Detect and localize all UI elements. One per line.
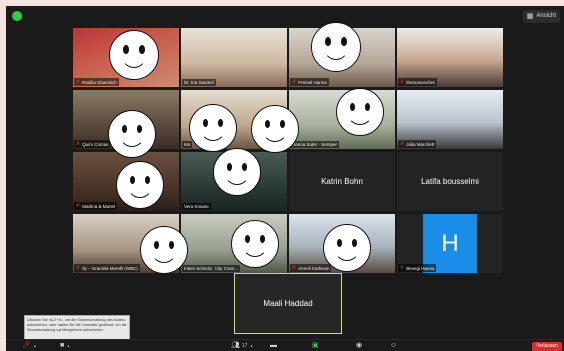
chevron-up-icon[interactable]: ▲ bbox=[249, 342, 253, 350]
record-button[interactable]: ◉ bbox=[356, 342, 362, 350]
participant-center-name: Katrin Bohn bbox=[321, 177, 363, 186]
participant-name-tag: Vera Krause bbox=[182, 203, 211, 210]
view-label: Ansicht bbox=[536, 13, 556, 19]
video-tile[interactable]: H ✗ Bevegi Hanna bbox=[397, 214, 503, 273]
grid-icon: ▦ bbox=[526, 13, 534, 20]
participant-name-tag: ✗ thomasvachini bbox=[398, 78, 437, 86]
muted-mic-icon: ✗ bbox=[76, 141, 81, 147]
reactions-button[interactable]: ☺ bbox=[390, 342, 397, 350]
muted-mic-icon: ✗ bbox=[400, 265, 405, 271]
muted-mic-icon: ✗ bbox=[400, 79, 405, 85]
chat-bubble-icon: ▬ bbox=[270, 342, 277, 349]
video-tile[interactable]: Katrin Bohn bbox=[289, 152, 395, 211]
smiley-sticker-icon bbox=[109, 30, 159, 80]
chat-button[interactable]: ▬ bbox=[270, 342, 277, 350]
participants-count: 17 bbox=[241, 343, 248, 349]
muted-mic-icon: ✗ bbox=[76, 203, 81, 209]
video-tile[interactable]: Latifa bousselmi bbox=[397, 152, 503, 211]
chevron-up-icon[interactable]: ▲ bbox=[66, 342, 70, 350]
muted-mic-icon: ✗ bbox=[292, 79, 297, 85]
share-screen-icon: ▣ bbox=[312, 342, 319, 349]
muted-mic-icon: ✗ bbox=[76, 265, 81, 271]
active-speaker-tile[interactable]: Maali Haddad bbox=[234, 273, 342, 334]
participant-name-tag: Mo bbox=[182, 141, 193, 148]
muted-mic-icon: ✗ bbox=[292, 265, 297, 271]
smiley-sticker-icon bbox=[213, 148, 261, 196]
participant-name-tag: ✗ Bevegi Hanna bbox=[398, 264, 437, 272]
smiley-sticker-icon bbox=[336, 88, 384, 136]
participant-name-tag: ✗ Rosilia Glueckich bbox=[74, 78, 119, 86]
participant-name-tag: ✗ Fremel Hanna bbox=[290, 78, 329, 86]
participant-name-tag: ✗ Martina & Manel bbox=[74, 202, 117, 210]
smiley-sticker-icon bbox=[189, 104, 237, 152]
meeting-toolbar: 🎤︎ ▲ ■ ▲ 👥︎ 17 ▲ ▬ ▣ ◉ ☺ Verlassen bbox=[6, 339, 564, 351]
muted-mic-icon: ✗ bbox=[400, 141, 405, 147]
smiley-sticker-icon bbox=[140, 226, 188, 274]
record-icon: ◉ bbox=[356, 342, 363, 349]
top-bar: ▦ Ansicht bbox=[6, 6, 564, 26]
muted-mic-icon: ✗ bbox=[76, 79, 81, 85]
video-button[interactable]: ■ ▲ bbox=[60, 342, 70, 350]
video-tile[interactable]: Dr. Ina Saumel bbox=[181, 28, 287, 87]
smiley-sticker-icon bbox=[108, 110, 156, 158]
share-screen-button[interactable]: ▣ bbox=[312, 342, 319, 350]
smiley-sticker-icon bbox=[251, 105, 299, 153]
meeting-window: ▦ Ansicht ✗ Rosilia Glueckich Dr. Ina Sau… bbox=[6, 6, 564, 351]
leave-button[interactable]: Verlassen bbox=[532, 342, 562, 351]
video-tile[interactable]: ✗ thomasvachini bbox=[397, 28, 503, 87]
microphone-muted-icon: 🎤︎ bbox=[22, 342, 31, 349]
video-tile[interactable]: ✗ Julia Marchett bbox=[397, 90, 503, 149]
participant-center-name: Latifa bousselmi bbox=[421, 177, 479, 186]
participant-name-tag: ✗ Anneli Karlsson bbox=[290, 264, 332, 272]
chevron-up-icon[interactable]: ▲ bbox=[33, 342, 37, 350]
video-camera-icon: ■ bbox=[60, 342, 65, 349]
reactions-smiley-icon: ☺ bbox=[390, 342, 398, 349]
participants-icon: 👥︎ bbox=[231, 342, 240, 349]
smiley-sticker-icon bbox=[323, 224, 371, 272]
smiley-sticker-icon bbox=[311, 22, 361, 72]
participant-name-tag: ✗ Ily – Graciela Morelli (WBC) bbox=[74, 264, 140, 272]
participant-name-tag: Hanna Suter · Semper bbox=[290, 141, 340, 148]
mute-button[interactable]: 🎤︎ ▲ bbox=[22, 342, 37, 350]
smiley-sticker-icon bbox=[231, 220, 279, 268]
security-shield-icon[interactable] bbox=[12, 11, 22, 21]
participant-name-tag: ✗ Julia Marchett bbox=[398, 140, 437, 148]
participant-name-tag: ✗ Quim Comas bbox=[74, 140, 111, 148]
view-button[interactable]: ▦ Ansicht bbox=[522, 10, 560, 23]
participants-button[interactable]: 👥︎ 17 ▲ bbox=[231, 342, 253, 350]
smiley-sticker-icon bbox=[116, 161, 164, 209]
active-speaker-name: Maali Haddad bbox=[263, 299, 313, 308]
participant-name-tag: Dr. Ina Saumel bbox=[182, 79, 216, 86]
participant-name-tag: Inken Schmitz, City Cons... bbox=[182, 265, 241, 272]
